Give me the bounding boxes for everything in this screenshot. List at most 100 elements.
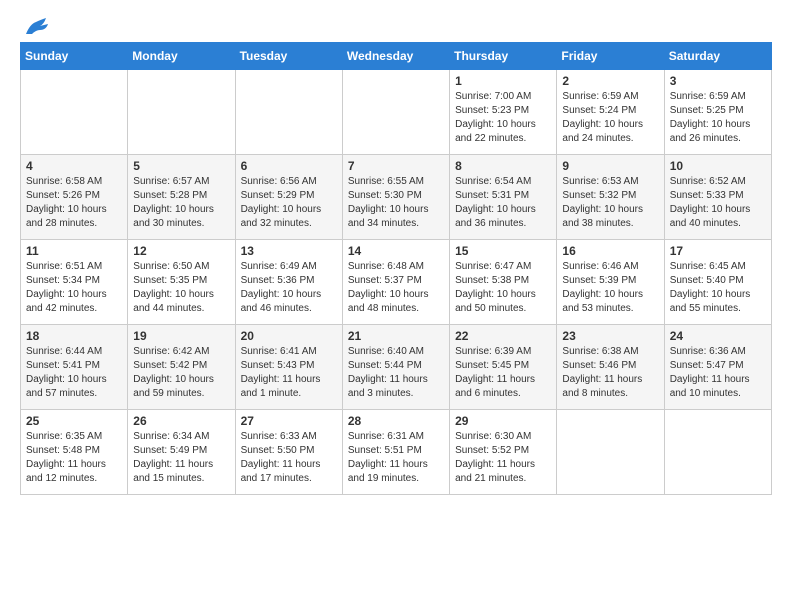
weekday-header-sunday: Sunday	[21, 43, 128, 70]
day-number: 16	[562, 244, 658, 258]
calendar-cell: 3Sunrise: 6:59 AM Sunset: 5:25 PM Daylig…	[664, 70, 771, 155]
day-number: 14	[348, 244, 444, 258]
day-info: Sunrise: 6:49 AM Sunset: 5:36 PM Dayligh…	[241, 260, 337, 316]
calendar-cell: 28 Sunrise: 6:31 AM Sunset: 5:51 PM Dayli…	[342, 410, 449, 495]
day-number: 7	[348, 159, 444, 173]
day-number: 22	[455, 329, 551, 343]
calendar-cell: 27 Sunrise: 6:33 AM Sunset: 5:50 PM Dayli…	[235, 410, 342, 495]
day-number: 29	[455, 414, 551, 428]
calendar-cell: 19 Sunrise: 6:42 AM Sunset: 5:42 PM Dayli…	[128, 325, 235, 410]
calendar-week-row: 18 Sunrise: 6:44 AM Sunset: 5:41 PM Dayli…	[21, 325, 772, 410]
day-info: Sunrise: 6:53 AM Sunset: 5:32 PM Dayligh…	[562, 175, 658, 231]
calendar-cell: 2 Sunrise: 6:59 AM Sunset: 5:24 PM Daylig…	[557, 70, 664, 155]
calendar-cell: 12 Sunrise: 6:50 AM Sunset: 5:35 PM Dayli…	[128, 240, 235, 325]
day-number: 13	[241, 244, 337, 258]
calendar-cell: 14Sunrise: 6:48 AM Sunset: 5:37 PM Dayli…	[342, 240, 449, 325]
calendar-cell: 13 Sunrise: 6:49 AM Sunset: 5:36 PM Dayli…	[235, 240, 342, 325]
calendar-cell: 20 Sunrise: 6:41 AM Sunset: 5:43 PM Dayli…	[235, 325, 342, 410]
calendar-cell	[235, 70, 342, 155]
day-info: Sunrise: 6:59 AM Sunset: 5:24 PM Dayligh…	[562, 90, 658, 146]
calendar-week-row: 11Sunrise: 6:51 AM Sunset: 5:34 PM Dayli…	[21, 240, 772, 325]
calendar-cell: 1 Sunrise: 7:00 AM Sunset: 5:23 PM Daylig…	[450, 70, 557, 155]
calendar-cell: 8 Sunrise: 6:54 AM Sunset: 5:31 PM Daylig…	[450, 155, 557, 240]
day-number: 9	[562, 159, 658, 173]
day-info: Sunrise: 6:59 AM Sunset: 5:25 PM Dayligh…	[670, 90, 766, 146]
day-number: 20	[241, 329, 337, 343]
calendar-cell: 25 Sunrise: 6:35 AM Sunset: 5:48 PM Dayli…	[21, 410, 128, 495]
calendar-cell: 22 Sunrise: 6:39 AM Sunset: 5:45 PM Dayli…	[450, 325, 557, 410]
calendar-cell: 23 Sunrise: 6:38 AM Sunset: 5:46 PM Dayli…	[557, 325, 664, 410]
day-info: Sunrise: 6:50 AM Sunset: 5:35 PM Dayligh…	[133, 260, 229, 316]
calendar-cell: 29 Sunrise: 6:30 AM Sunset: 5:52 PM Dayli…	[450, 410, 557, 495]
day-number: 23	[562, 329, 658, 343]
calendar-cell: 26 Sunrise: 6:34 AM Sunset: 5:49 PM Dayli…	[128, 410, 235, 495]
day-info: Sunrise: 6:39 AM Sunset: 5:45 PM Dayligh…	[455, 345, 551, 401]
day-info: Sunrise: 6:54 AM Sunset: 5:31 PM Dayligh…	[455, 175, 551, 231]
weekday-header-monday: Monday	[128, 43, 235, 70]
day-info: Sunrise: 6:36 AM Sunset: 5:47 PM Dayligh…	[670, 345, 766, 401]
day-number: 1	[455, 74, 551, 88]
calendar-cell: 5 Sunrise: 6:57 AM Sunset: 5:28 PM Daylig…	[128, 155, 235, 240]
day-info: Sunrise: 6:42 AM Sunset: 5:42 PM Dayligh…	[133, 345, 229, 401]
day-info: Sunrise: 6:45 AM Sunset: 5:40 PM Dayligh…	[670, 260, 766, 316]
day-info: Sunrise: 6:46 AM Sunset: 5:39 PM Dayligh…	[562, 260, 658, 316]
day-info: Sunrise: 6:47 AM Sunset: 5:38 PM Dayligh…	[455, 260, 551, 316]
day-info: Sunrise: 7:00 AM Sunset: 5:23 PM Dayligh…	[455, 90, 551, 146]
day-info: Sunrise: 6:40 AM Sunset: 5:44 PM Dayligh…	[348, 345, 444, 401]
calendar-cell	[664, 410, 771, 495]
day-info: Sunrise: 6:35 AM Sunset: 5:48 PM Dayligh…	[26, 430, 122, 486]
day-number: 5	[133, 159, 229, 173]
weekday-header-thursday: Thursday	[450, 43, 557, 70]
day-info: Sunrise: 6:57 AM Sunset: 5:28 PM Dayligh…	[133, 175, 229, 231]
calendar-cell: 6 Sunrise: 6:56 AM Sunset: 5:29 PM Daylig…	[235, 155, 342, 240]
day-number: 11	[26, 244, 122, 258]
day-number: 19	[133, 329, 229, 343]
weekday-header-saturday: Saturday	[664, 43, 771, 70]
day-number: 26	[133, 414, 229, 428]
calendar-cell: 10 Sunrise: 6:52 AM Sunset: 5:33 PM Dayli…	[664, 155, 771, 240]
logo	[20, 16, 50, 32]
day-info: Sunrise: 6:30 AM Sunset: 5:52 PM Dayligh…	[455, 430, 551, 486]
day-number: 15	[455, 244, 551, 258]
day-number: 25	[26, 414, 122, 428]
calendar-cell	[21, 70, 128, 155]
day-number: 27	[241, 414, 337, 428]
day-number: 28	[348, 414, 444, 428]
calendar-cell: 16 Sunrise: 6:46 AM Sunset: 5:39 PM Dayli…	[557, 240, 664, 325]
calendar-table: SundayMondayTuesdayWednesdayThursdayFrid…	[20, 42, 772, 495]
calendar-cell: 15 Sunrise: 6:47 AM Sunset: 5:38 PM Dayli…	[450, 240, 557, 325]
day-number: 2	[562, 74, 658, 88]
calendar-week-row: 1 Sunrise: 7:00 AM Sunset: 5:23 PM Daylig…	[21, 70, 772, 155]
calendar-cell: 17 Sunrise: 6:45 AM Sunset: 5:40 PM Dayli…	[664, 240, 771, 325]
calendar-cell	[342, 70, 449, 155]
day-info: Sunrise: 6:58 AM Sunset: 5:26 PM Dayligh…	[26, 175, 122, 231]
day-info: Sunrise: 6:41 AM Sunset: 5:43 PM Dayligh…	[241, 345, 337, 401]
day-number: 18	[26, 329, 122, 343]
day-number: 4	[26, 159, 122, 173]
weekday-header-wednesday: Wednesday	[342, 43, 449, 70]
day-info: Sunrise: 6:34 AM Sunset: 5:49 PM Dayligh…	[133, 430, 229, 486]
day-number: 10	[670, 159, 766, 173]
day-info: Sunrise: 6:38 AM Sunset: 5:46 PM Dayligh…	[562, 345, 658, 401]
day-info: Sunrise: 6:44 AM Sunset: 5:41 PM Dayligh…	[26, 345, 122, 401]
day-number: 17	[670, 244, 766, 258]
weekday-header-tuesday: Tuesday	[235, 43, 342, 70]
calendar-cell: 18 Sunrise: 6:44 AM Sunset: 5:41 PM Dayli…	[21, 325, 128, 410]
day-info: Sunrise: 6:52 AM Sunset: 5:33 PM Dayligh…	[670, 175, 766, 231]
day-info: Sunrise: 6:56 AM Sunset: 5:29 PM Dayligh…	[241, 175, 337, 231]
calendar-cell: 9 Sunrise: 6:53 AM Sunset: 5:32 PM Daylig…	[557, 155, 664, 240]
day-info: Sunrise: 6:55 AM Sunset: 5:30 PM Dayligh…	[348, 175, 444, 231]
day-number: 6	[241, 159, 337, 173]
calendar-cell: 24Sunrise: 6:36 AM Sunset: 5:47 PM Dayli…	[664, 325, 771, 410]
day-number: 8	[455, 159, 551, 173]
calendar-week-row: 4 Sunrise: 6:58 AM Sunset: 5:26 PM Daylig…	[21, 155, 772, 240]
calendar-cell: 7 Sunrise: 6:55 AM Sunset: 5:30 PM Daylig…	[342, 155, 449, 240]
day-info: Sunrise: 6:33 AM Sunset: 5:50 PM Dayligh…	[241, 430, 337, 486]
day-number: 12	[133, 244, 229, 258]
logo-bird-icon	[22, 16, 50, 38]
calendar-cell: 21 Sunrise: 6:40 AM Sunset: 5:44 PM Dayli…	[342, 325, 449, 410]
day-info: Sunrise: 6:31 AM Sunset: 5:51 PM Dayligh…	[348, 430, 444, 486]
day-number: 21	[348, 329, 444, 343]
calendar-header-row: SundayMondayTuesdayWednesdayThursdayFrid…	[21, 43, 772, 70]
calendar-cell: 4 Sunrise: 6:58 AM Sunset: 5:26 PM Daylig…	[21, 155, 128, 240]
